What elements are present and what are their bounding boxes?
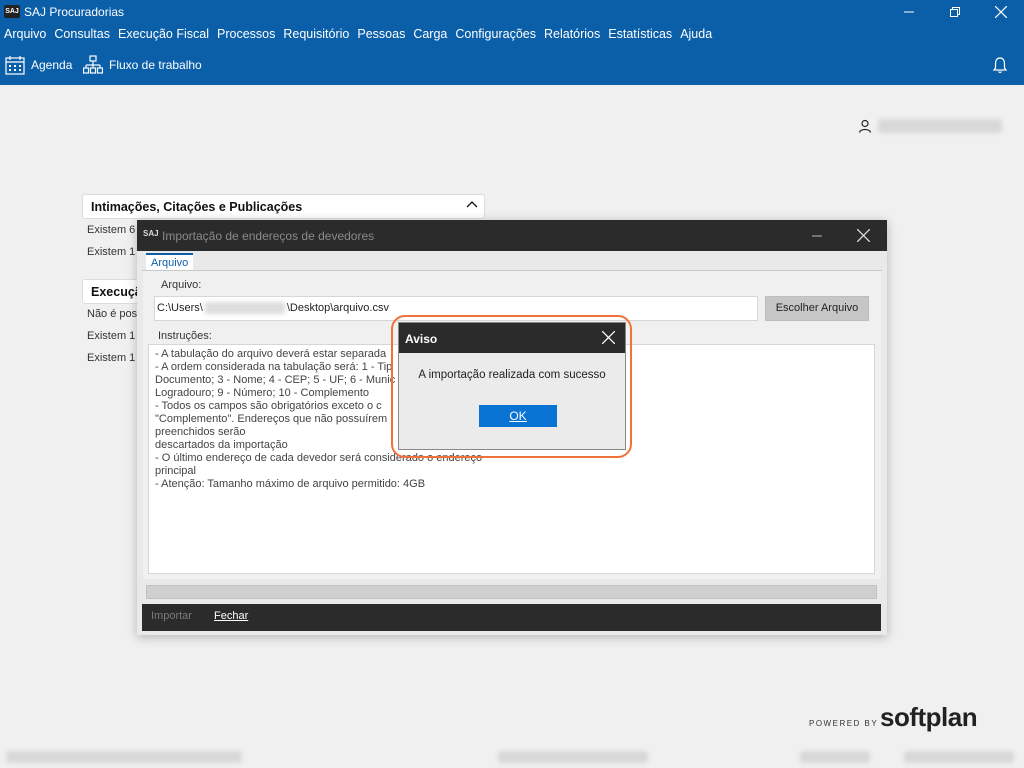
background-line: Não é pos <box>87 308 138 320</box>
ok-button[interactable]: OK <box>479 405 557 427</box>
menu-bar: Arquivo Consultas Execução Fiscal Proces… <box>0 24 1024 46</box>
restore-icon <box>950 7 960 17</box>
agenda-label: Agenda <box>31 58 73 72</box>
file-path-start: C:\Users\ <box>157 302 203 314</box>
menu-item-consultas[interactable]: Consultas <box>50 24 114 46</box>
menu-item-execucao-fiscal[interactable]: Execução Fiscal <box>114 24 213 46</box>
execucao-panel-title: Execuçã <box>91 285 142 299</box>
workflow-label: Fluxo de trabalho <box>109 58 202 72</box>
alert-titlebar: Aviso <box>399 323 625 353</box>
username-redacted <box>204 302 285 314</box>
file-label: Arquivo: <box>161 279 202 291</box>
instruction-line: - Atenção: Tamanho máximo de arquivo per… <box>155 478 426 490</box>
close-icon[interactable] <box>602 331 615 344</box>
instruction-line: principal <box>155 465 196 477</box>
calendar-icon <box>5 56 25 75</box>
menu-item-configuracoes[interactable]: Configurações <box>451 24 540 46</box>
menu-item-estatisticas[interactable]: Estatísticas <box>604 24 676 46</box>
window-titlebar: SAJ SAJ Procuradorias <box>0 0 1024 24</box>
background-line: Existem 1 <box>87 330 136 342</box>
close-dialog-button[interactable]: Fechar <box>214 610 248 622</box>
instructions-label: Instruções: <box>158 330 212 342</box>
tab-arquivo[interactable]: Arquivo <box>146 253 194 271</box>
file-path-end: \Desktop\arquivo.csv <box>286 302 389 314</box>
dialog-close-button[interactable] <box>845 220 881 251</box>
bell-icon <box>992 57 1008 74</box>
workflow-icon <box>83 55 103 74</box>
workflow-button[interactable]: Fluxo de trabalho <box>83 53 202 77</box>
alert-title: Aviso <box>405 332 438 346</box>
powered-by-label: POWERED BY <box>809 719 879 728</box>
background-line: Existem 1 <box>87 352 136 364</box>
menu-item-arquivo[interactable]: Arquivo <box>0 24 50 46</box>
menu-item-requisitorio[interactable]: Requisitório <box>279 24 353 46</box>
user-name-redacted <box>878 119 1002 133</box>
intimacoes-panel-header[interactable]: Intimações, Citações e Publicações <box>82 194 485 219</box>
close-icon <box>856 229 870 242</box>
status-text-redacted <box>6 751 242 763</box>
menu-item-ajuda[interactable]: Ajuda <box>676 24 716 46</box>
agenda-button[interactable]: Agenda <box>5 53 72 77</box>
notifications-button[interactable] <box>992 53 1014 77</box>
background-line: Existem 6 <box>87 224 136 236</box>
status-text-redacted <box>498 751 648 763</box>
import-dialog-titlebar: SAJ Importação de endereços de devedores <box>137 220 887 251</box>
chevron-up-icon[interactable] <box>466 200 478 210</box>
restore-button[interactable] <box>932 0 978 24</box>
user-info[interactable] <box>858 118 1002 134</box>
intimacoes-panel-title: Intimações, Citações e Publicações <box>91 200 303 214</box>
status-text-redacted <box>904 751 1014 763</box>
alert-message: A importação realizada com sucesso <box>418 369 606 381</box>
user-icon <box>858 119 872 133</box>
toolbar: Agenda Fluxo de trabalho <box>0 46 1024 85</box>
import-dialog-title: Importação de endereços de devedores <box>162 229 375 243</box>
menu-item-carga[interactable]: Carga <box>409 24 451 46</box>
window-title: SAJ Procuradorias <box>24 5 125 19</box>
close-icon <box>995 6 1007 18</box>
import-button[interactable]: Importar <box>151 610 192 622</box>
minimize-button[interactable] <box>886 0 932 24</box>
menu-item-relatorios[interactable]: Relatórios <box>540 24 604 46</box>
menu-item-processos[interactable]: Processos <box>213 24 279 46</box>
status-text-redacted <box>800 751 870 763</box>
execucao-panel-header[interactable]: Execuçã <box>82 279 142 304</box>
close-button[interactable] <box>978 0 1024 24</box>
minimize-icon <box>812 235 822 236</box>
import-dialog-footer: Importar Fechar <box>142 604 881 631</box>
dialog-logo: SAJ <box>143 229 159 238</box>
app-logo: SAJ <box>4 5 20 18</box>
dialog-minimize-button[interactable] <box>799 220 835 251</box>
alert-dialog: Aviso A importação realizada com sucesso… <box>398 322 626 450</box>
choose-file-button[interactable]: Escolher Arquivo <box>765 296 869 321</box>
import-progress-bar <box>146 585 877 599</box>
softplan-logo: softplan <box>880 702 978 732</box>
menu-item-pessoas[interactable]: Pessoas <box>353 24 409 46</box>
minimize-icon <box>904 11 914 13</box>
background-line: Existem 1 <box>87 246 136 258</box>
